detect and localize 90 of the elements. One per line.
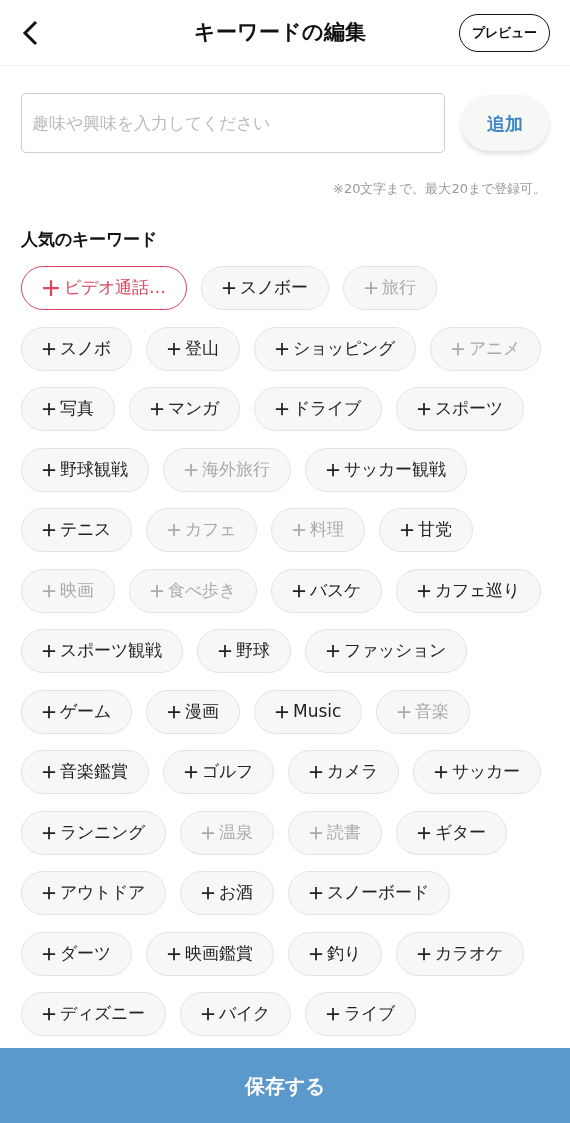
plus-icon bbox=[275, 402, 289, 416]
section-title: 人気のキーワード bbox=[21, 228, 157, 249]
keyword-chip[interactable]: ショッピング bbox=[254, 326, 416, 371]
plus-icon bbox=[292, 583, 306, 598]
keyword-chip[interactable]: スノーボード bbox=[288, 871, 450, 915]
plus-icon bbox=[201, 825, 215, 840]
plus-icon bbox=[275, 704, 289, 719]
keyword-input[interactable]: 趣味や興味を入力してください bbox=[21, 93, 445, 153]
keyword-chip[interactable]: ゲーム bbox=[21, 689, 132, 734]
keyword-chip[interactable]: スノボ bbox=[21, 326, 132, 371]
plus-icon bbox=[400, 523, 414, 537]
plus-icon bbox=[184, 462, 198, 477]
plus-icon bbox=[42, 1007, 56, 1021]
plus-icon bbox=[167, 341, 181, 356]
keyword-chip[interactable]: 釣り bbox=[288, 931, 382, 976]
plus-icon bbox=[42, 644, 56, 658]
plus-icon bbox=[42, 765, 56, 779]
keyword-chip[interactable]: スポーツ観戦 bbox=[21, 629, 183, 673]
keyword-chip[interactable]: バイク bbox=[180, 992, 291, 1036]
keyword-chip[interactable]: テニス bbox=[21, 508, 132, 552]
plus-icon bbox=[201, 1007, 215, 1021]
plus-icon bbox=[42, 583, 56, 598]
plus-icon bbox=[275, 341, 289, 356]
plus-icon bbox=[167, 523, 181, 537]
plus-icon bbox=[326, 644, 340, 658]
back-icon[interactable] bbox=[20, 18, 40, 47]
plus-icon bbox=[417, 946, 431, 961]
keyword-chip[interactable]: ダーツ bbox=[21, 931, 132, 976]
plus-icon bbox=[42, 462, 56, 477]
keyword-chip[interactable]: バスケ bbox=[271, 568, 382, 613]
keyword-chip[interactable]: 野球観戦 bbox=[21, 447, 149, 492]
keyword-chip[interactable]: ライブ bbox=[305, 992, 416, 1036]
plus-icon bbox=[42, 523, 56, 537]
keyword-chip[interactable]: スノボー bbox=[201, 266, 329, 310]
plus-icon bbox=[42, 886, 56, 900]
keyword-chip[interactable]: Music bbox=[254, 689, 363, 734]
keyword-chip[interactable]: 野球 bbox=[197, 629, 291, 673]
plus-icon bbox=[326, 1007, 340, 1021]
keyword-chip[interactable]: 写真 bbox=[21, 387, 115, 431]
plus-icon bbox=[309, 886, 323, 900]
plus-icon bbox=[42, 341, 56, 356]
keyword-chip[interactable]: ドライブ bbox=[254, 387, 382, 431]
plus-icon bbox=[184, 765, 198, 779]
plus-icon bbox=[326, 462, 340, 477]
plus-icon bbox=[42, 402, 56, 416]
keyword-chip[interactable]: アウトドア bbox=[21, 871, 166, 915]
plus-icon bbox=[364, 281, 378, 295]
plus-icon bbox=[167, 946, 181, 961]
plus-icon bbox=[150, 402, 164, 416]
keyword-chip[interactable]: ビデオ通話… bbox=[21, 266, 187, 310]
plus-icon bbox=[42, 279, 60, 297]
plus-icon bbox=[42, 704, 56, 719]
keyword-chip[interactable]: スポーツ bbox=[396, 387, 524, 431]
plus-icon bbox=[292, 523, 306, 537]
plus-icon bbox=[434, 765, 448, 779]
plus-icon bbox=[150, 583, 164, 598]
plus-icon bbox=[309, 946, 323, 961]
keyword-chip[interactable]: 音楽鑑賞 bbox=[21, 750, 149, 794]
plus-icon bbox=[201, 886, 215, 900]
plus-icon bbox=[417, 402, 431, 416]
keyword-chip[interactable]: カラオケ bbox=[396, 931, 524, 976]
plus-icon bbox=[309, 765, 323, 779]
keyword-chip[interactable]: ディズニー bbox=[21, 992, 166, 1036]
keyword-chip[interactable]: 漫画 bbox=[146, 689, 240, 734]
add-button[interactable]: 追加 bbox=[461, 95, 549, 151]
keyword-chip[interactable]: 甘党 bbox=[379, 508, 473, 552]
plus-icon bbox=[417, 825, 431, 840]
limit-note: ※20文字まで。最大20まで登録可。 bbox=[333, 180, 546, 198]
plus-icon bbox=[167, 704, 181, 719]
keyword-chip[interactable]: ランニング bbox=[21, 810, 166, 855]
keyword-chip[interactable]: 登山 bbox=[146, 326, 240, 371]
plus-icon bbox=[218, 644, 232, 658]
plus-icon bbox=[309, 825, 323, 840]
keyword-chip[interactable]: サッカー観戦 bbox=[305, 447, 467, 492]
keyword-chip[interactable]: ギター bbox=[396, 810, 507, 855]
keyword-chip[interactable]: ゴルフ bbox=[163, 750, 274, 794]
keyword-chip[interactable]: マンガ bbox=[129, 387, 240, 431]
plus-icon bbox=[397, 704, 412, 719]
keyword-chip[interactable]: サッカー bbox=[413, 750, 541, 794]
page-title: キーワードの編集 bbox=[193, 18, 366, 46]
keyword-chip[interactable]: 映画鑑賞 bbox=[146, 931, 274, 976]
plus-icon bbox=[222, 281, 236, 295]
plus-icon bbox=[42, 825, 56, 840]
plus-icon bbox=[417, 583, 431, 598]
plus-icon bbox=[42, 946, 56, 961]
keyword-chip[interactable]: お酒 bbox=[180, 871, 274, 915]
keyword-chip[interactable]: カメラ bbox=[288, 750, 399, 794]
plus-icon bbox=[451, 341, 465, 356]
keyword-chip[interactable]: ファッション bbox=[305, 629, 467, 673]
keyword-chip[interactable]: カフェ巡り bbox=[396, 568, 541, 613]
